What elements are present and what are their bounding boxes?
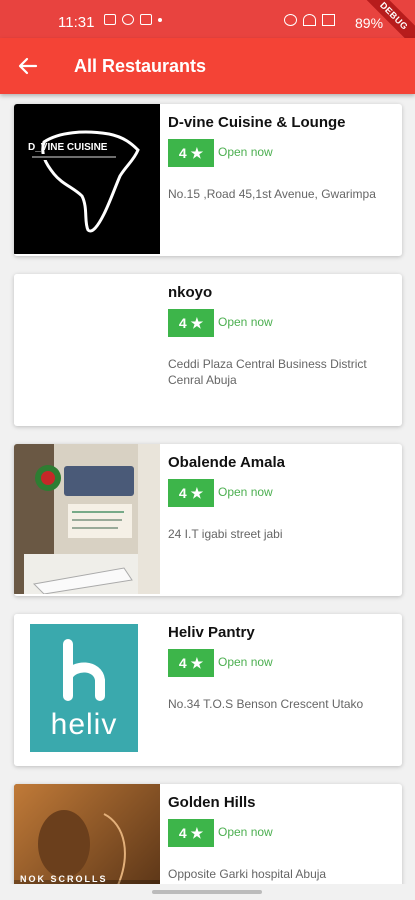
arrow-left-icon [18, 57, 38, 75]
rating-badge: 4 ★ [168, 649, 214, 677]
status-time: 11:31 [58, 14, 95, 31]
restaurant-image: NOK SCROLLS [14, 784, 160, 900]
home-indicator[interactable] [152, 890, 262, 894]
restaurant-image [14, 274, 160, 424]
restaurant-address: No.34 T.O.S Benson Crescent Utako [168, 697, 364, 711]
whatsapp-icon [122, 14, 134, 25]
rating-badge: 4 ★ [168, 309, 214, 337]
open-status: Open now [218, 145, 273, 159]
mail-icon [140, 14, 152, 25]
restaurant-card[interactable]: nkoyo 4 ★ Open now Ceddi Plaza Central Bu… [14, 274, 402, 426]
rating-badge: 4 ★ [168, 139, 214, 167]
restaurant-address: Opposite Garki hospital Abuja [168, 867, 327, 881]
battery-level: 89% [355, 15, 384, 31]
rating-value: 4 [178, 825, 187, 841]
restaurant-card[interactable]: heliv Heliv Pantry 4 ★ Open now No.34 T.O… [14, 614, 402, 766]
restaurant-name: D-vine Cuisine & Lounge [168, 114, 346, 131]
rating-value: 4 [178, 485, 187, 501]
restaurant-address: Ceddi Plaza Central Business District Ce… [168, 357, 367, 387]
restaurant-name: Golden Hills [168, 794, 256, 811]
restaurant-name: nkoyo [168, 284, 213, 301]
restaurant-image: D_VINE CUISINE [14, 104, 160, 254]
restaurant-image [14, 444, 160, 594]
gallery-icon [104, 14, 116, 25]
star-icon: ★ [190, 824, 204, 841]
alarm-icon [284, 14, 297, 26]
notification-icons [104, 14, 162, 25]
star-icon: ★ [190, 314, 204, 331]
open-status: Open now [218, 485, 273, 499]
rating-value: 4 [178, 315, 187, 331]
open-status: Open now [218, 655, 273, 669]
rating-badge: 4 ★ [168, 479, 214, 507]
open-status: Open now [218, 315, 273, 329]
restaurant-card[interactable]: Obalende Amala 4 ★ Open now 24 I.T igabi … [14, 444, 402, 596]
more-dot-icon [158, 17, 162, 22]
logo-text: D_VINE CUISINE [28, 142, 108, 153]
rating-value: 4 [178, 655, 187, 671]
status-bar: 11:31 89% DEBUG [0, 0, 415, 54]
restaurant-card[interactable]: NOK SCROLLS Golden Hills 4 ★ Open now Opp… [14, 784, 402, 900]
back-button[interactable] [14, 52, 42, 80]
logo-text: NOK SCROLLS [20, 874, 108, 884]
rating-badge: 4 ★ [168, 819, 214, 847]
rating-value: 4 [178, 145, 187, 161]
app-bar: All Restaurants [0, 38, 415, 94]
open-status: Open now [218, 825, 273, 839]
restaurant-card[interactable]: D_VINE CUISINE D-vine Cuisine & Lounge 4… [14, 104, 402, 256]
restaurant-name: Heliv Pantry [168, 624, 255, 641]
signal-icon [322, 14, 335, 26]
page-title: All Restaurants [74, 56, 207, 76]
restaurant-image: heliv [14, 614, 160, 764]
system-icons [284, 14, 335, 26]
wifi-icon [303, 14, 316, 26]
star-icon: ★ [190, 144, 204, 161]
star-icon: ★ [190, 654, 204, 671]
restaurant-name: Obalende Amala [168, 454, 285, 471]
restaurant-address: 24 I.T igabi street jabi [168, 527, 283, 541]
restaurant-address: No.15 ,Road 45,1st Avenue, Gwarimpa [168, 187, 376, 201]
logo-text: heliv [50, 708, 118, 741]
star-icon: ★ [190, 484, 204, 501]
